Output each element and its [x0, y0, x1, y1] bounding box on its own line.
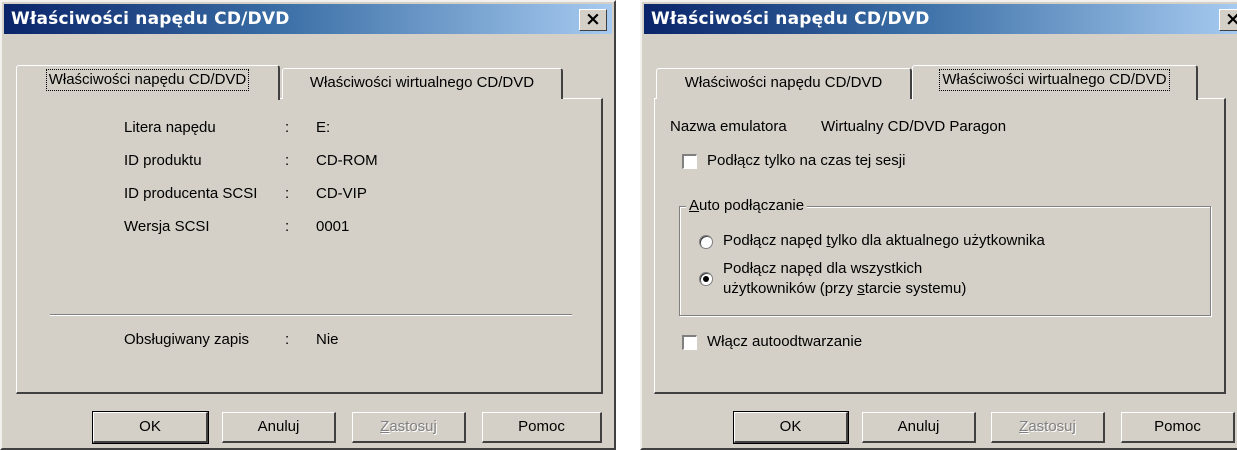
session-only-checkbox[interactable] — [682, 154, 697, 169]
cd-dvd-properties-dialog-2: Właściwości napędu CD/DVD × Właściwości … — [640, 0, 1237, 450]
close-icon: × — [585, 8, 601, 30]
apply-button[interactable]: Zastosuj — [991, 412, 1105, 443]
auto-connect-legend: Auto podłączanie — [686, 197, 808, 214]
separator-line — [50, 314, 572, 316]
radio-current-user[interactable] — [699, 235, 713, 249]
tab-virtual-properties[interactable]: Właściwości wirtualnego CD/DVD — [912, 65, 1198, 100]
property-value: 0001 — [316, 218, 350, 235]
window-title: Właściwości napędu CD/DVD — [11, 9, 290, 29]
title-bar[interactable]: Właściwości napędu CD/DVD × — [644, 4, 1237, 34]
property-separator: : — [285, 185, 290, 202]
tab-label: Właściwości wirtualnego CD/DVD — [939, 69, 1170, 91]
help-button[interactable]: Pomoc — [482, 412, 602, 443]
button-label: Zastosuj — [1019, 418, 1076, 435]
radio-selected-dot — [703, 276, 709, 282]
property-label: Wersja SCSI — [124, 218, 210, 235]
ok-button[interactable]: OK — [92, 411, 209, 444]
close-icon: × — [1225, 8, 1237, 30]
autoplay-checkbox[interactable] — [682, 335, 697, 350]
cd-dvd-properties-dialog-1: Właściwości napędu CD/DVD × Właściwości … — [0, 0, 616, 450]
radio-all-users-label-line2[interactable]: użytkowników (przy starcie systemu) — [723, 280, 966, 297]
cancel-button[interactable]: Anuluj — [222, 412, 336, 443]
radio-current-user-label[interactable]: Podłącz napęd tylko dla aktualnego użytk… — [723, 232, 1045, 249]
property-separator: : — [285, 119, 290, 136]
button-label: OK — [779, 418, 802, 435]
button-label: Pomoc — [1154, 418, 1201, 435]
tab-panel — [16, 98, 603, 394]
button-label: Anuluj — [257, 418, 300, 435]
title-bar[interactable]: Właściwości napędu CD/DVD × — [4, 4, 612, 34]
tab-virtual-properties[interactable]: Właściwości wirtualnego CD/DVD — [282, 68, 563, 99]
property-label: Litera napędu — [124, 119, 216, 136]
tab-label: Właściwości wirtualnego CD/DVD — [309, 74, 535, 91]
button-label: Zastosuj — [380, 418, 437, 435]
radio-all-users[interactable] — [699, 272, 713, 286]
write-support-value: Nie — [316, 331, 339, 348]
property-value: CD-ROM — [316, 152, 378, 169]
property-value: CD-VIP — [316, 185, 367, 202]
write-support-label: Obsługiwany zapis — [124, 331, 250, 348]
tab-label: Właściwości napędu CD/DVD — [45, 69, 250, 91]
tab-label: Właściwości napędu CD/DVD — [684, 74, 883, 91]
tab-drive-properties[interactable]: Właściwości napędu CD/DVD — [16, 65, 280, 100]
help-button[interactable]: Pomoc — [1121, 412, 1235, 443]
emulator-name-label: Nazwa emulatora — [670, 118, 787, 135]
session-only-label[interactable]: Podłącz tylko na czas tej sesji — [707, 152, 905, 169]
button-label: OK — [139, 418, 161, 435]
tab-drive-properties[interactable]: Właściwości napędu CD/DVD — [656, 68, 912, 99]
button-label: Pomoc — [518, 418, 565, 435]
property-label: ID producenta SCSI — [124, 185, 258, 202]
autoplay-label[interactable]: Włącz autoodtwarzanie — [707, 333, 862, 350]
property-separator: : — [285, 152, 290, 169]
ok-button[interactable]: OK — [733, 411, 849, 444]
close-button[interactable]: × — [579, 9, 607, 31]
property-separator: : — [285, 218, 290, 235]
button-label: Anuluj — [897, 418, 940, 435]
property-label: ID produktu — [124, 152, 202, 169]
close-button[interactable]: × — [1219, 9, 1237, 31]
emulator-name-value: Wirtualny CD/DVD Paragon — [821, 118, 1007, 135]
cancel-button[interactable]: Anuluj — [862, 412, 976, 443]
radio-all-users-label-line1[interactable]: Podłącz napęd dla wszystkich — [723, 260, 922, 277]
property-value: E: — [316, 119, 331, 136]
write-support-separator: : — [285, 331, 290, 348]
window-title: Właściwości napędu CD/DVD — [651, 9, 930, 29]
apply-button[interactable]: Zastosuj — [352, 412, 466, 443]
